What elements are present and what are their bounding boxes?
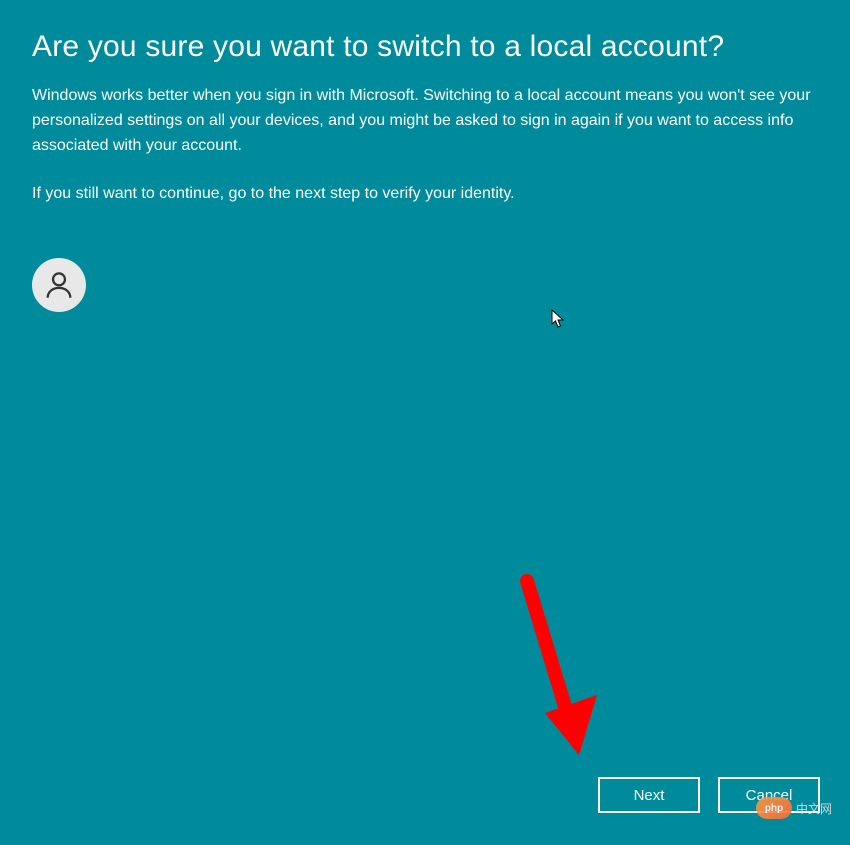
user-avatar-icon bbox=[32, 258, 86, 312]
user-avatar-container bbox=[32, 258, 818, 312]
dialog-continue-text: If you still want to continue, go to the… bbox=[32, 182, 818, 206]
dialog-title: Are you sure you want to switch to a loc… bbox=[32, 30, 818, 64]
dialog-description: Windows works better when you sign in wi… bbox=[32, 84, 812, 158]
annotation-arrow-icon bbox=[515, 573, 615, 788]
dialog-button-row: Next Cancel bbox=[598, 777, 820, 813]
next-button[interactable]: Next bbox=[598, 777, 700, 813]
dialog-content: Are you sure you want to switch to a loc… bbox=[0, 0, 850, 342]
cancel-button[interactable]: Cancel bbox=[718, 777, 820, 813]
